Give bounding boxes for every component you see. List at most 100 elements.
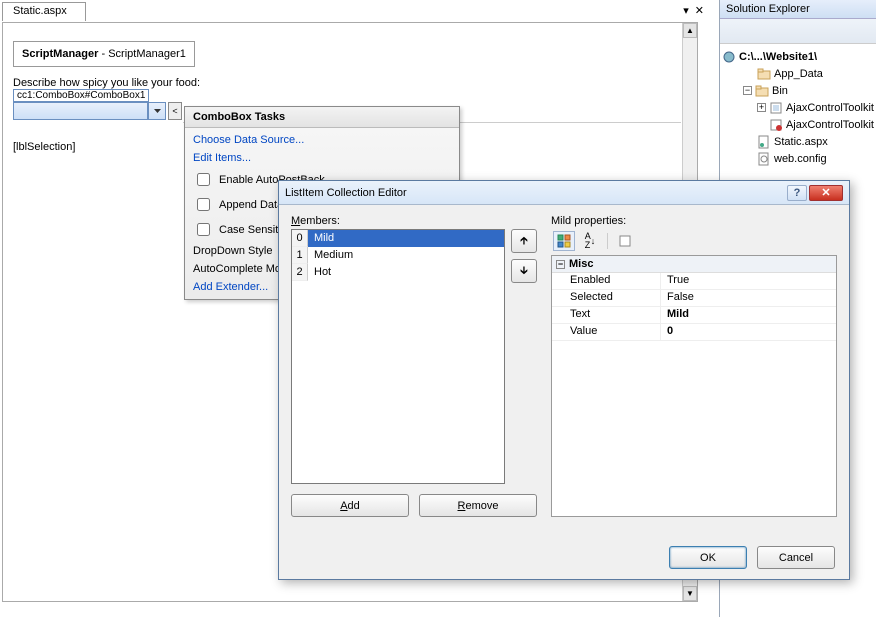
property-row[interactable]: Value0	[552, 324, 836, 341]
checkbox-input[interactable]	[197, 198, 210, 211]
tree-node[interactable]: + AjaxControlToolkit	[722, 99, 874, 116]
choose-datasource-link[interactable]: Choose Data Source...	[193, 134, 451, 146]
copy-icon	[835, 0, 853, 106]
property-name: Enabled	[552, 273, 660, 289]
tree-node-label: Static.aspx	[774, 136, 828, 148]
dll-refresh-icon	[769, 118, 783, 132]
member-item[interactable]: 0Mild	[292, 230, 504, 247]
asp-config-button[interactable]	[856, 22, 876, 40]
copy-website-button[interactable]	[834, 22, 854, 40]
move-down-button[interactable]: 🡳	[511, 259, 537, 283]
checkbox-input[interactable]	[197, 173, 210, 186]
tree-node[interactable]: AjaxControlToolkit	[722, 116, 874, 133]
member-index: 0	[292, 230, 308, 247]
member-name: Mild	[308, 230, 504, 247]
member-index: 2	[292, 264, 308, 281]
solution-explorer-toolbar: </>	[720, 19, 876, 44]
website-icon	[722, 50, 736, 64]
config-icon	[757, 152, 771, 166]
describe-label: Describe how spicy you like your food:	[13, 77, 697, 89]
nest-related-button[interactable]	[768, 22, 788, 40]
config-icon	[857, 0, 875, 106]
property-row[interactable]: SelectedFalse	[552, 290, 836, 307]
tree-node-label: App_Data	[774, 68, 823, 80]
property-row[interactable]: EnabledTrue	[552, 273, 836, 290]
categorized-button[interactable]	[553, 231, 575, 251]
folder-icon	[755, 84, 769, 98]
tree-node-label: Bin	[772, 85, 788, 97]
tree-node-label: web.config	[774, 153, 827, 165]
property-row[interactable]: TextMild	[552, 307, 836, 324]
member-index: 1	[292, 247, 308, 264]
pages-icon	[618, 234, 632, 248]
document-tab-label: Static.aspx	[13, 5, 67, 17]
refresh-button[interactable]	[746, 22, 766, 40]
tasks-panel-title: ComboBox Tasks	[185, 107, 459, 128]
member-item[interactable]: 2Hot	[292, 264, 504, 281]
member-name: Hot	[308, 264, 504, 281]
cancel-button[interactable]: Cancel	[757, 546, 835, 569]
scroll-up-icon[interactable]: ▲	[683, 23, 697, 38]
listitem-collection-editor-dialog: ListItem Collection Editor ? ✕ Members: …	[278, 180, 850, 580]
property-value[interactable]: 0	[660, 324, 836, 340]
edit-items-link[interactable]: Edit Items...	[193, 152, 451, 164]
aspx-icon	[757, 135, 771, 149]
document-tab-bar: Static.aspx ▾ ✕	[2, 2, 712, 22]
scriptmanager-control[interactable]: ScriptManager - ScriptManager1	[13, 41, 195, 67]
property-name: Text	[552, 307, 660, 323]
folder-icon	[757, 67, 771, 81]
dialog-close-button[interactable]: ✕	[809, 185, 843, 201]
property-name: Value	[552, 324, 660, 340]
view-designer-button[interactable]	[812, 22, 832, 40]
collapse-icon[interactable]: −	[556, 260, 565, 269]
alphabetical-button[interactable]: AZ↓	[579, 231, 601, 251]
chevron-left-icon: <	[172, 106, 177, 116]
property-name: Selected	[552, 290, 660, 306]
categorized-icon	[557, 234, 571, 248]
member-name: Medium	[308, 247, 504, 264]
property-grid[interactable]: − Misc EnabledTrueSelectedFalseTextMildV…	[551, 255, 837, 517]
scriptmanager-label: ScriptManager	[22, 48, 98, 60]
move-up-button[interactable]: 🡱	[511, 229, 537, 253]
tab-dropdown-icon[interactable]: ▾	[683, 4, 689, 17]
members-listbox[interactable]: 0Mild1Medium2Hot	[291, 229, 505, 484]
root-label: C:\...\Website1\	[739, 51, 817, 63]
properties-label: Mild properties:	[551, 215, 837, 227]
property-pages-button[interactable]	[614, 231, 636, 251]
members-label: Members:	[291, 215, 537, 227]
properties-button[interactable]	[724, 22, 744, 40]
expand-icon[interactable]: +	[757, 103, 766, 112]
combobox-input[interactable]	[13, 102, 148, 120]
property-value[interactable]: True	[660, 273, 836, 289]
arrow-up-icon: 🡱	[520, 235, 528, 247]
category-label: Misc	[569, 258, 593, 270]
tree-node-label: AjaxControlToolkit	[786, 102, 874, 114]
member-item[interactable]: 1Medium	[292, 247, 504, 264]
help-icon: ?	[794, 187, 801, 199]
tree-node[interactable]: Static.aspx	[722, 133, 874, 150]
property-value[interactable]: False	[660, 290, 836, 306]
scriptmanager-id: - ScriptManager1	[98, 48, 185, 60]
dll-icon	[769, 101, 783, 115]
tree-node[interactable]: web.config	[722, 150, 874, 167]
ok-button[interactable]: OK	[669, 546, 747, 569]
dialog-help-button[interactable]: ?	[787, 185, 807, 201]
arrow-down-icon: 🡳	[520, 265, 528, 277]
dialog-titlebar[interactable]: ListItem Collection Editor ? ✕	[279, 181, 849, 205]
checkbox-input[interactable]	[197, 223, 210, 236]
tab-close-icon[interactable]: ✕	[695, 4, 704, 17]
tree-node-label: AjaxControlToolkit	[786, 119, 874, 131]
combobox-dropdown-button[interactable]	[148, 102, 166, 120]
smart-tag-button[interactable]: <	[168, 102, 182, 120]
property-category[interactable]: − Misc	[552, 256, 836, 273]
view-code-button[interactable]: </>	[790, 22, 810, 40]
document-tab[interactable]: Static.aspx	[2, 2, 86, 21]
combobox-tag-label: cc1:ComboBox#ComboBox1	[13, 89, 149, 102]
scroll-down-icon[interactable]: ▼	[683, 586, 697, 601]
remove-button[interactable]: Remove	[419, 494, 537, 517]
property-value[interactable]: Mild	[660, 307, 836, 323]
collapse-icon[interactable]: −	[743, 86, 752, 95]
chevron-down-icon	[154, 109, 161, 113]
close-icon: ✕	[821, 186, 830, 199]
add-button[interactable]: Add	[291, 494, 409, 517]
